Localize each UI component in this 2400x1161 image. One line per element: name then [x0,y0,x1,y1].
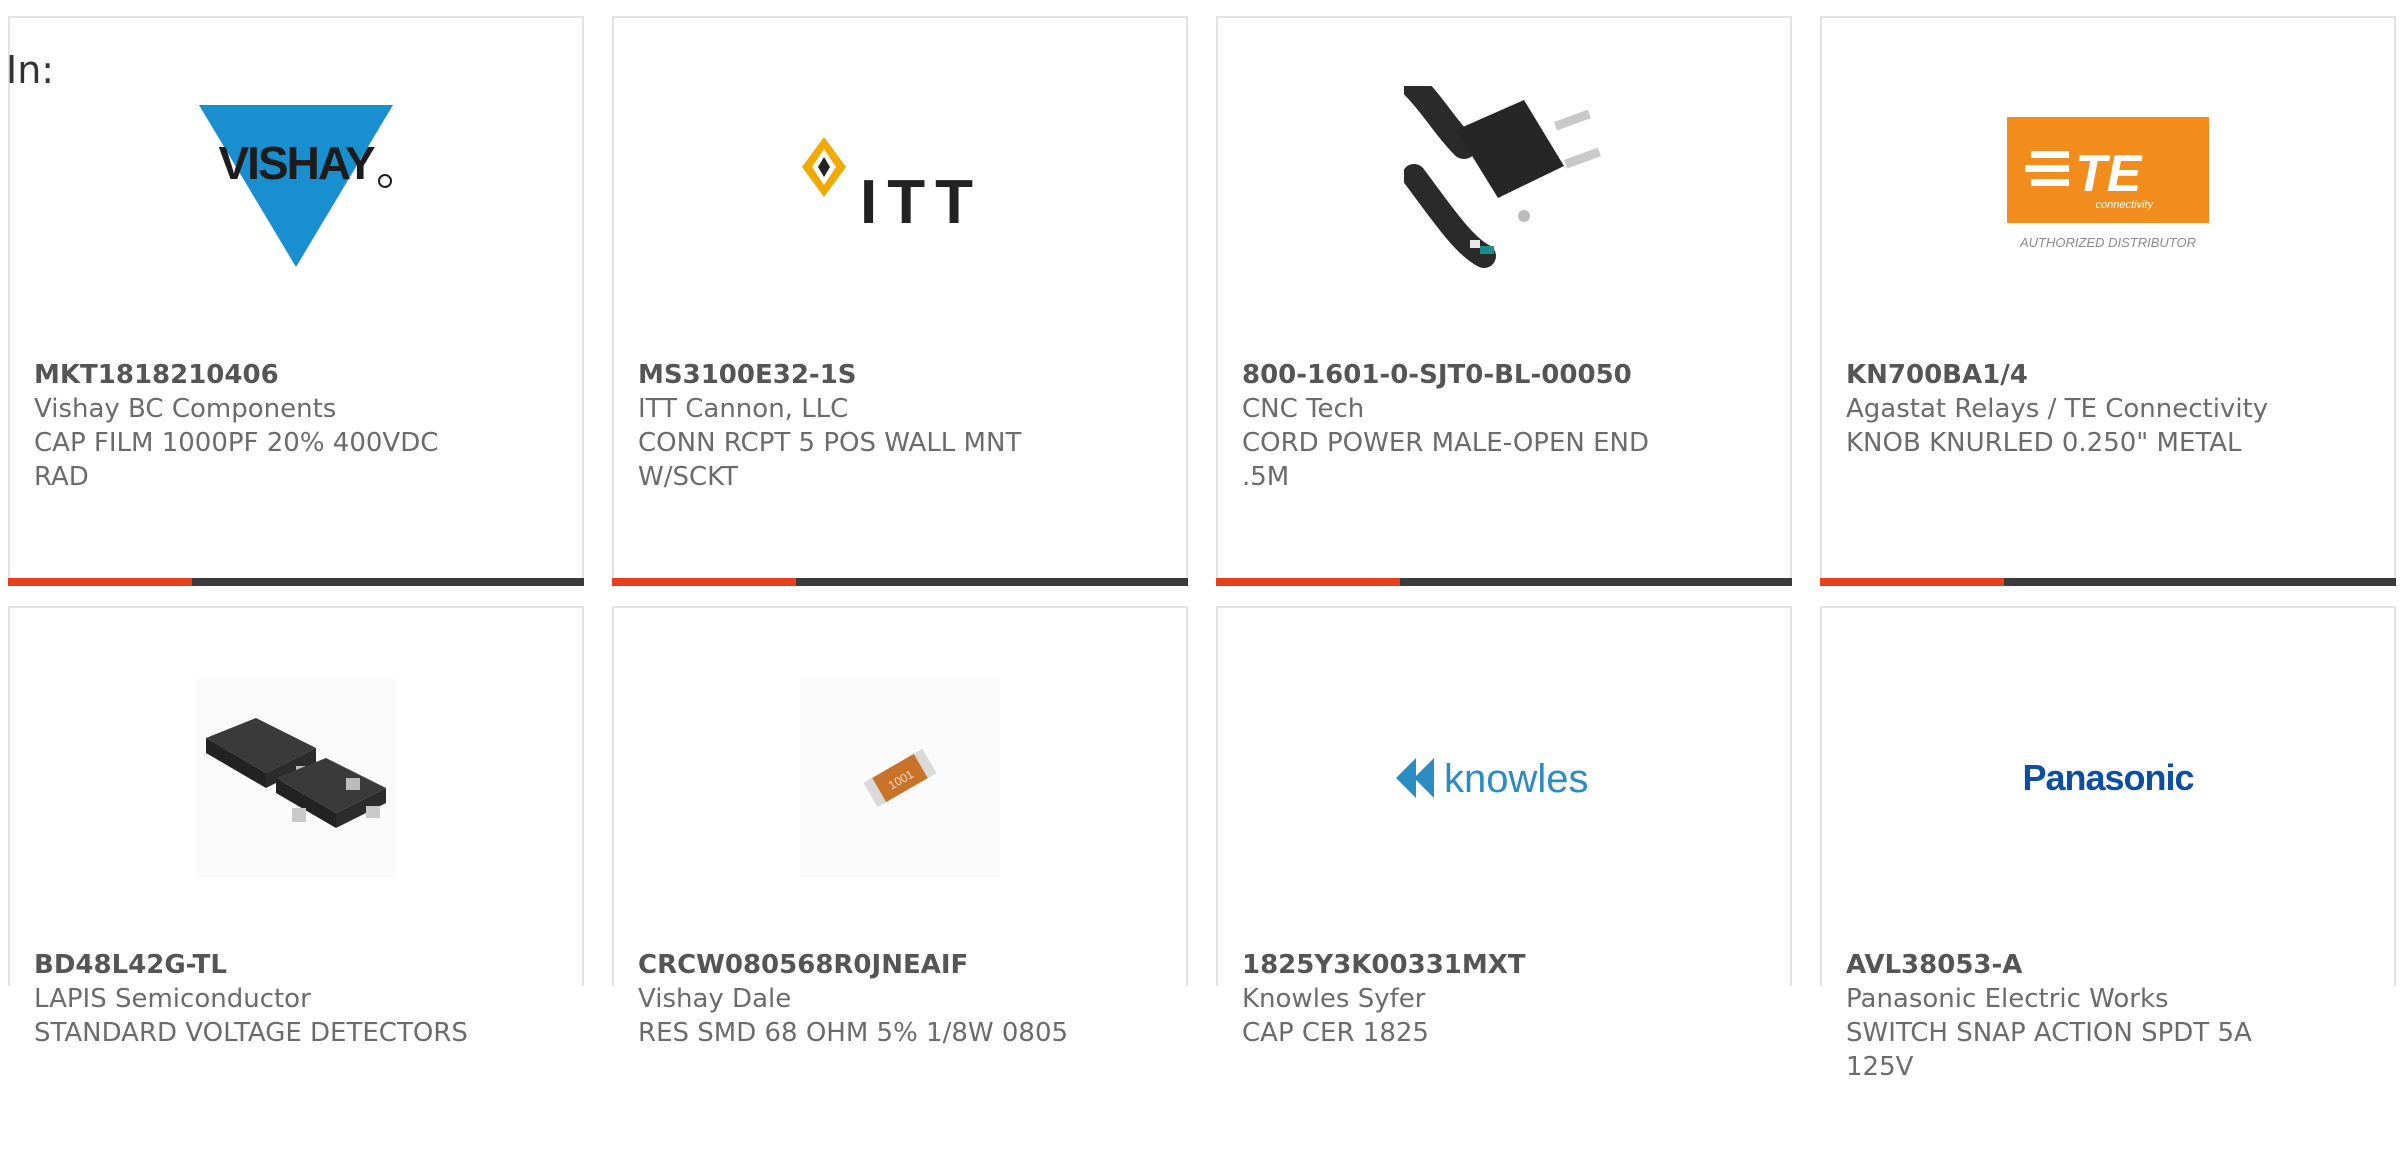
product-image: 1001 [614,676,1186,880]
product-image: Panasonic [1822,676,2394,880]
card-accent-bar [1216,578,1792,586]
product-image [10,676,582,880]
power-cord-icon [1404,86,1604,290]
card-accent-bar [1820,578,2396,586]
description: RES SMD 68 OHM 5% 1/8W 0805 [638,1018,1069,1048]
product-card[interactable]: Panasonic AVL38053-A Panasonic Electric … [1820,606,2396,1082]
manufacturer: CNC Tech [1242,394,1365,424]
part-number[interactable]: MS3100E32-1S [638,358,1098,392]
product-card[interactable]: BD48L42G-TL LAPIS Semiconductor STANDARD… [8,606,584,1048]
svg-text:connectivity: connectivity [2096,199,2155,211]
manufacturer: Vishay BC Components [34,394,337,424]
manufacturer: ITT Cannon, LLC [638,394,849,424]
svg-text:AUTHORIZED DISTRIBUTOR: AUTHORIZED DISTRIBUTOR [2019,235,2196,250]
product-image [1218,86,1790,290]
manufacturer: Vishay Dale [638,984,792,1014]
description: SWITCH SNAP ACTION SPDT 5A 125V [1846,1018,2252,1082]
description: CONN RCPT 5 POS WALL MNT W/SCKT [638,428,1022,492]
card-accent-bar [612,578,1188,586]
description: CAP FILM 1000PF 20% 400VDC RAD [34,428,439,492]
product-image: TE connectivity AUTHORIZED DISTRIBUTOR [1822,86,2394,290]
svg-text:ITT: ITT [860,168,983,237]
smd-resistor-icon: 1001 [800,678,1000,878]
part-number[interactable]: CRCW080568R0JNEAIF [638,948,1098,982]
description: KNOB KNURLED 0.250" METAL [1846,428,2242,458]
manufacturer: Agastat Relays / TE Connectivity [1846,394,2269,424]
te-connectivity-logo-icon: TE connectivity AUTHORIZED DISTRIBUTOR [2007,117,2209,250]
sot23-chip-icon [196,678,396,878]
product-image: ITT [614,86,1186,290]
part-number[interactable]: AVL38053-A [1846,948,2306,982]
product-card[interactable]: TE connectivity AUTHORIZED DISTRIBUTOR K… [1820,16,2396,586]
part-number[interactable]: 1825Y3K00331MXT [1242,948,1702,982]
description: CORD POWER MALE-OPEN END .5M [1242,428,1649,492]
card-accent-bar [8,578,584,586]
itt-logo-icon: ITT [802,137,983,237]
product-card[interactable]: VISHAY MKT1818210406 Vishay BC Component… [8,16,584,586]
part-number[interactable]: KN700BA1/4 [1846,358,2306,392]
product-image: VISHAY [10,86,582,290]
description: STANDARD VOLTAGE DETECTORS [34,1018,468,1048]
manufacturer: Knowles Syfer [1242,984,1426,1014]
vishay-logo-icon: VISHAY [199,105,393,267]
panasonic-logo-icon: Panasonic [2022,757,2194,798]
product-card[interactable]: 1001 CRCW080568R0JNEAIF Vishay Dale RES … [612,606,1188,1048]
product-image: knowles [1218,676,1790,880]
part-number[interactable]: BD48L42G-TL [34,948,494,982]
product-card[interactable]: ITT MS3100E32-1S ITT Cannon, LLC CONN RC… [612,16,1188,586]
knowles-logo-icon: knowles [1396,757,1589,801]
product-card[interactable]: knowles 1825Y3K00331MXT Knowles Syfer CA… [1216,606,1792,1048]
svg-text:knowles: knowles [1444,757,1589,801]
manufacturer: LAPIS Semiconductor [34,984,311,1014]
part-number[interactable]: 800-1601-0-SJT0-BL-00050 [1242,358,1702,392]
svg-text:VISHAY: VISHAY [218,137,374,189]
description: CAP CER 1825 [1242,1018,1429,1048]
svg-text:TE: TE [2075,145,2143,203]
svg-text:Panasonic: Panasonic [2022,757,2193,798]
part-number[interactable]: MKT1818210406 [34,358,494,392]
filter-label: In: [6,48,55,92]
manufacturer: Panasonic Electric Works [1846,984,2169,1014]
product-card[interactable]: 800-1601-0-SJT0-BL-00050 CNC Tech CORD P… [1216,16,1792,586]
